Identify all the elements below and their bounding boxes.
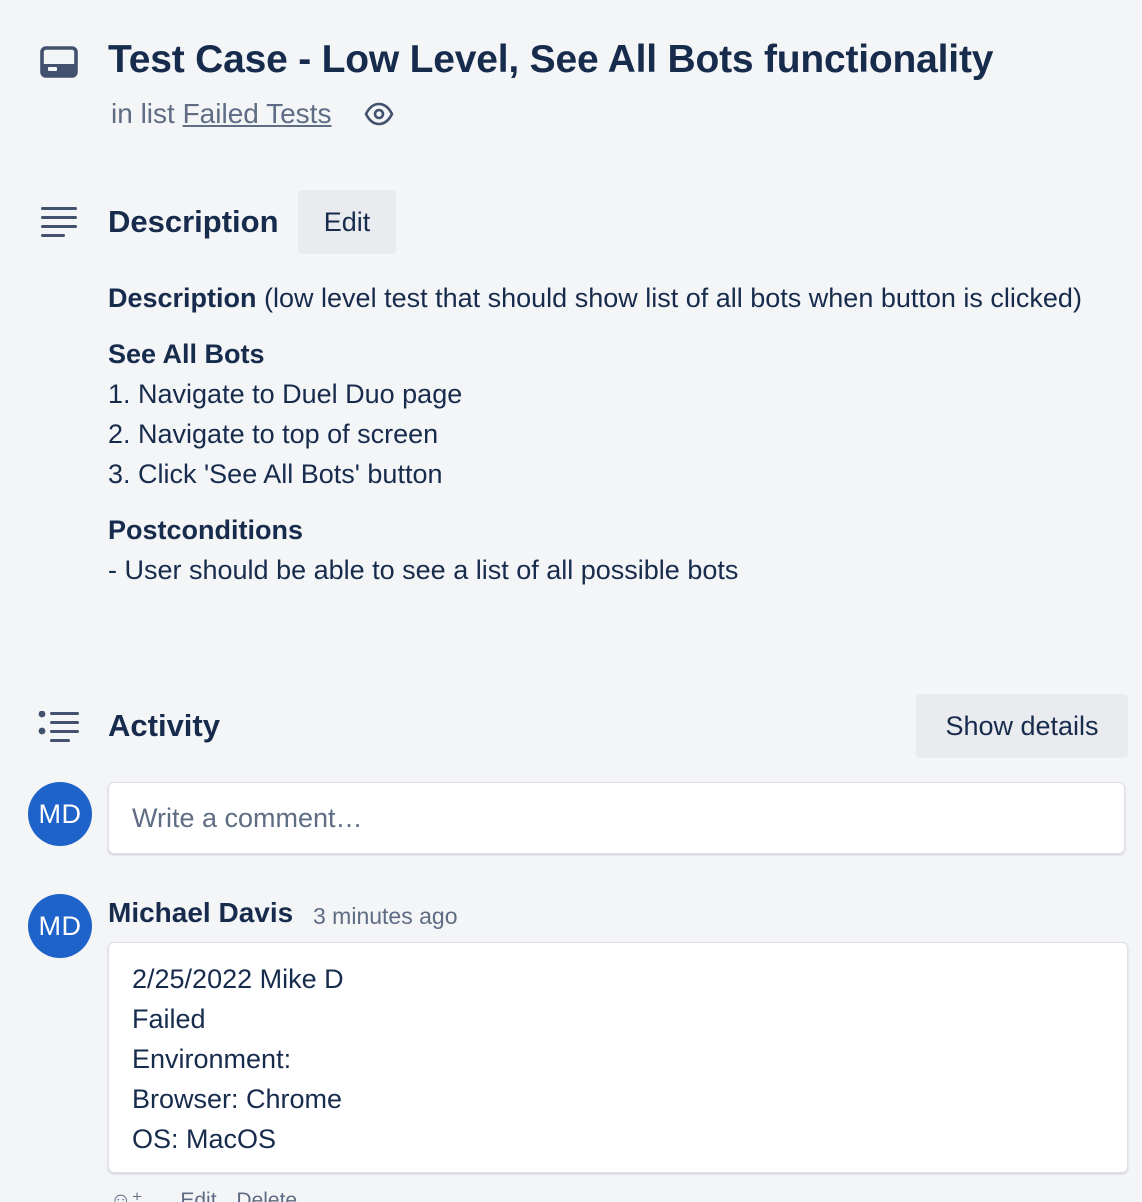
text-lines-icon [41, 207, 77, 237]
comment-line: OS: MacOS [132, 1124, 277, 1154]
in-list-prefix: in list [111, 98, 175, 129]
comment-body: 2/25/2022 Mike D Failed Environment: Bro… [108, 942, 1128, 1173]
show-details-button[interactable]: Show details [916, 694, 1128, 758]
delete-comment-link[interactable]: Delete [236, 1189, 297, 1202]
description-intro-text: (low level test that should show list of… [256, 283, 1082, 313]
postconditions-block: Postconditions - User should be able to … [108, 510, 1098, 590]
step-item: 1. Navigate to Duel Duo page [108, 379, 463, 409]
edit-comment-link[interactable]: Edit [180, 1189, 216, 1202]
step-item: 2. Navigate to top of screen [108, 419, 439, 449]
description-intro-bold: Description [108, 283, 257, 313]
avatar[interactable]: MD [28, 782, 92, 846]
avatar[interactable]: MD [28, 894, 92, 958]
list-location: in list Failed Tests [111, 98, 331, 130]
steps-heading: See All Bots [108, 339, 265, 369]
list-bullets-icon [38, 711, 79, 742]
postcondition-item: - User should be able to see a list of a… [108, 555, 739, 585]
add-reaction-icon[interactable]: ☺⁺ [110, 1189, 143, 1202]
steps-block: See All Bots 1. Navigate to Duel Duo pag… [108, 334, 1098, 494]
card-detail-panel: Test Case - Low Level, See All Bots func… [0, 0, 1142, 1202]
activity-heading: Activity [108, 708, 220, 743]
edit-description-button[interactable]: Edit [298, 190, 396, 254]
comment-line: Failed [132, 1004, 206, 1034]
step-item: 3. Click 'See All Bots' button [108, 459, 443, 489]
description-body: Description (low level test that should … [108, 278, 1098, 606]
comment-line: Browser: Chrome [132, 1084, 343, 1114]
comment-line: 2/25/2022 Mike D [132, 964, 344, 994]
card-icon [40, 46, 78, 78]
description-heading: Description [108, 204, 279, 239]
list-link[interactable]: Failed Tests [183, 98, 332, 129]
eye-icon[interactable] [364, 101, 394, 127]
comment-author[interactable]: Michael Davis [108, 897, 293, 929]
card-title[interactable]: Test Case - Low Level, See All Bots func… [108, 38, 993, 82]
postconditions-heading: Postconditions [108, 515, 303, 545]
comment-input[interactable] [108, 782, 1125, 854]
description-intro: Description (low level test that should … [108, 278, 1098, 318]
comment-actions: ☺⁺ Edit Delete [110, 1188, 311, 1202]
comment-line: Environment: [132, 1044, 292, 1074]
comment-timestamp[interactable]: 3 minutes ago [313, 903, 457, 930]
